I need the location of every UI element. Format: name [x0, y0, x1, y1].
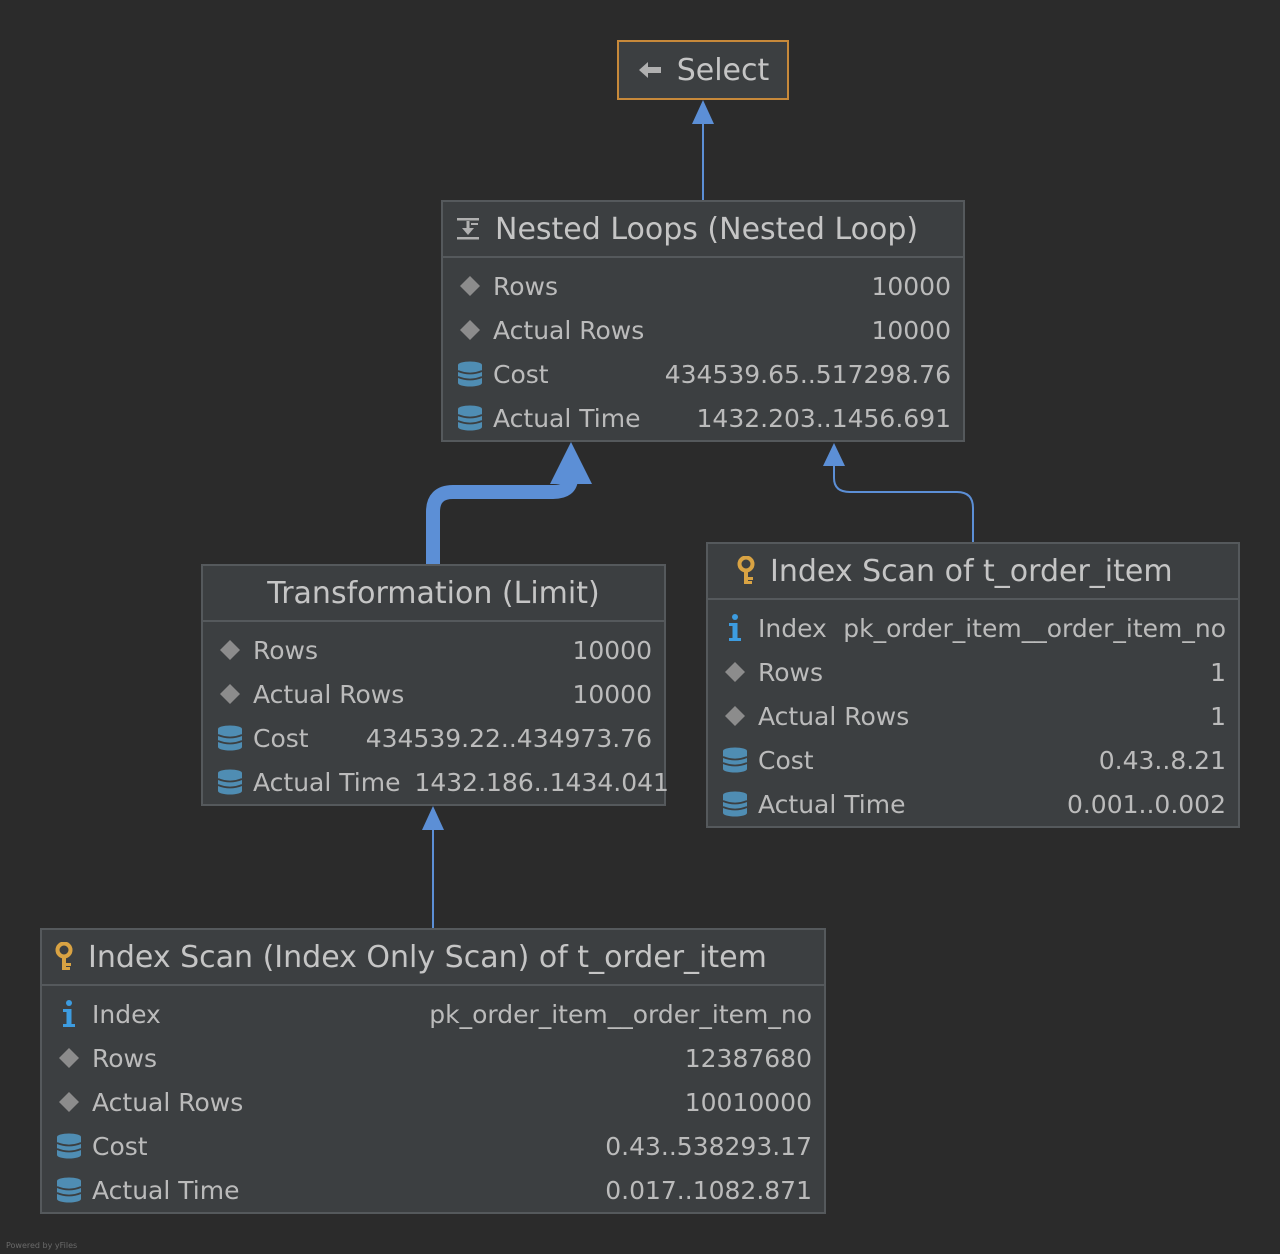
node-select-title: Select: [676, 52, 770, 88]
diamond-icon: [54, 1043, 84, 1073]
index-only-scan-index: Index pk_order_item__order_item_no: [42, 992, 824, 1036]
node-transformation-header: Transformation (Limit): [203, 566, 664, 622]
nested-loop-icon: [455, 216, 481, 242]
index-scan-rows: Rows 1: [708, 650, 1238, 694]
transformation-actual-time: Actual Time 1432.186..1434.041: [203, 760, 669, 804]
edge-arrowhead: [823, 443, 845, 466]
diamond-icon: [215, 679, 245, 709]
diamond-icon: [720, 701, 750, 731]
edge-index-scan-to-nested-loops: [833, 466, 974, 543]
nested-loops-cost: Cost 434539.65..517298.76: [443, 352, 963, 396]
diamond-icon: [720, 657, 750, 687]
index-only-scan-actual-rows: Actual Rows 10010000: [42, 1080, 824, 1124]
database-icon: [54, 1175, 84, 1205]
node-nested-loops-title: Nested Loops (Nested Loop): [495, 211, 919, 247]
info-icon: [720, 613, 750, 643]
transformation-rows: Rows 10000: [203, 628, 664, 672]
watermark: Powered by yFiles: [6, 1241, 78, 1250]
node-nested-loops[interactable]: Nested Loops (Nested Loop) Rows 10000 Ac…: [441, 200, 965, 442]
transformation-actual-rows: Actual Rows 10000: [203, 672, 664, 716]
node-transformation-title: Transformation (Limit): [267, 575, 600, 611]
database-icon: [720, 745, 750, 775]
node-index-scan-title: Index Scan of t_order_item: [770, 553, 1173, 589]
return-arrow-icon: [637, 59, 663, 81]
diamond-icon: [215, 635, 245, 665]
node-index-scan[interactable]: Index Scan of t_order_item Index pk_orde…: [706, 542, 1240, 828]
index-scan-actual-rows: Actual Rows 1: [708, 694, 1238, 738]
transformation-cost: Cost 434539.22..434973.76: [203, 716, 664, 760]
node-index-only-scan-header: Index Scan (Index Only Scan) of t_order_…: [42, 930, 824, 986]
nested-loops-rows: Rows 10000: [443, 264, 963, 308]
diamond-icon: [54, 1087, 84, 1117]
index-scan-cost: Cost 0.43..8.21: [708, 738, 1238, 782]
edge-transformation-to-nested-loops: [426, 477, 578, 565]
edge-arrowhead: [692, 100, 714, 124]
node-transformation[interactable]: Transformation (Limit) Rows 10000 Actual…: [201, 564, 669, 806]
database-icon: [215, 767, 245, 797]
database-icon: [215, 723, 245, 753]
index-only-scan-rows: Rows 12387680: [42, 1036, 824, 1080]
index-only-scan-actual-time: Actual Time 0.017..1082.871: [42, 1168, 824, 1212]
database-icon: [720, 789, 750, 819]
node-index-scan-header: Index Scan of t_order_item: [708, 544, 1238, 600]
diamond-icon: [455, 315, 485, 345]
key-icon: [736, 556, 756, 586]
database-icon: [54, 1131, 84, 1161]
nested-loops-actual-rows: Actual Rows 10000: [443, 308, 963, 352]
index-scan-actual-time: Actual Time 0.001..0.002: [708, 782, 1238, 826]
node-index-only-scan-title: Index Scan (Index Only Scan) of t_order_…: [88, 939, 767, 975]
index-only-scan-cost: Cost 0.43..538293.17: [42, 1124, 824, 1168]
database-icon: [455, 359, 485, 389]
diamond-icon: [455, 271, 485, 301]
index-scan-index: Index pk_order_item__order_item_no: [708, 606, 1238, 650]
node-index-only-scan[interactable]: Index Scan (Index Only Scan) of t_order_…: [40, 928, 826, 1214]
node-nested-loops-header: Nested Loops (Nested Loop): [443, 202, 963, 258]
node-select-header: Select: [637, 52, 770, 88]
nested-loops-actual-time: Actual Time 1432.203..1456.691: [443, 396, 963, 440]
key-icon: [54, 942, 74, 972]
edge-arrowhead: [422, 806, 444, 830]
info-icon: [54, 999, 84, 1029]
edge-arrowhead: [550, 442, 592, 484]
database-icon: [455, 403, 485, 433]
node-select[interactable]: Select: [617, 40, 789, 100]
